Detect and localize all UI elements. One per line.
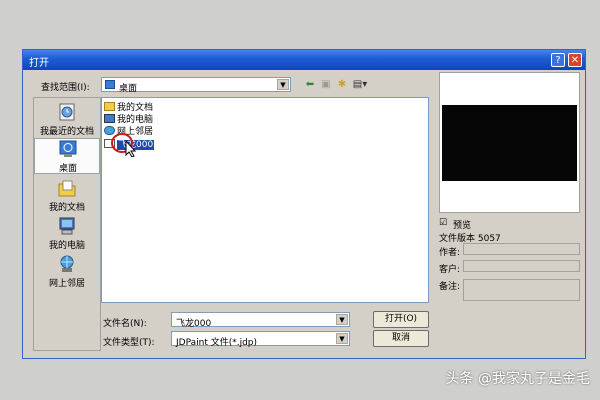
place-my-documents[interactable]: 我的文档 <box>34 178 100 214</box>
back-icon[interactable]: ⬅ <box>303 79 317 91</box>
preview-image <box>442 105 577 181</box>
filetype-value: JDPaint 文件(*.jdp) <box>176 338 258 348</box>
place-my-computer[interactable]: 我的电脑 <box>34 216 100 252</box>
chevron-down-icon[interactable]: ▼ <box>336 333 348 344</box>
place-label: 网上邻居 <box>48 279 85 289</box>
place-label: 我的文档 <box>48 203 85 213</box>
computer-icon <box>104 114 115 123</box>
desktop-small-icon <box>105 80 115 89</box>
dialog-titlebar[interactable]: 打开 ? ✕ <box>23 50 585 70</box>
preview-checkbox[interactable]: ☑ <box>439 218 447 228</box>
chevron-down-icon[interactable]: ▼ <box>277 79 289 90</box>
lookin-dropdown[interactable]: 桌面 ▼ <box>101 77 291 94</box>
view-menu-icon[interactable]: ▤▾ <box>351 79 369 91</box>
list-item[interactable]: 我的电脑 <box>104 112 153 125</box>
cancel-button[interactable]: 取消 <box>373 330 429 347</box>
new-folder-icon[interactable]: ✱ <box>335 79 349 91</box>
highlight-circle-annotation <box>111 133 137 157</box>
place-label: 我最近的文档 <box>39 127 94 137</box>
chevron-down-icon[interactable]: ▼ <box>336 314 348 325</box>
open-file-dialog: 打开 ? ✕ 查找范围(I): 桌面 ▼ ⬅ ▣ ✱ ▤▾ 我最近的文档 桌面 <box>22 49 586 359</box>
open-button[interactable]: 打开(O) <box>373 311 429 328</box>
place-recent[interactable]: 我最近的文档 <box>34 102 100 138</box>
lookin-value: 桌面 <box>119 84 138 94</box>
author-label: 作者: <box>439 248 461 258</box>
lookin-label: 查找范围(I): <box>41 83 90 93</box>
file-list[interactable]: 我的文档 我的电脑 网上邻居 飞龙000 <box>101 97 429 303</box>
network-places-icon <box>60 255 74 272</box>
up-folder-icon[interactable]: ▣ <box>319 79 333 91</box>
note-field <box>463 279 580 301</box>
author-field <box>463 243 580 255</box>
dialog-title: 打开 <box>29 58 49 69</box>
list-item[interactable]: 我的文档 <box>104 100 153 113</box>
preview-label: 预览 <box>453 221 472 231</box>
place-label: 我的电脑 <box>48 241 85 251</box>
help-button[interactable]: ? <box>551 53 565 67</box>
note-label: 备注: <box>439 282 461 292</box>
close-button[interactable]: ✕ <box>568 53 582 67</box>
recent-documents-icon <box>59 103 75 121</box>
place-desktop[interactable]: 桌面 <box>34 138 100 174</box>
my-computer-icon <box>59 217 75 235</box>
places-bar: 我最近的文档 桌面 我的文档 我的电脑 网上邻居 <box>33 97 101 351</box>
client-field <box>463 260 580 272</box>
filename-label: 文件名(N): <box>103 319 147 329</box>
client-label: 客户: <box>439 265 461 275</box>
folder-icon <box>104 102 115 111</box>
place-label: 桌面 <box>58 164 77 174</box>
filename-input[interactable]: 飞龙000 ▼ <box>171 312 350 329</box>
filetype-select[interactable]: JDPaint 文件(*.jdp) ▼ <box>171 331 350 348</box>
watermark: 头条 @我家丸子是金毛 <box>445 371 590 387</box>
filename-value: 飞龙000 <box>176 319 212 329</box>
filetype-label: 文件类型(T): <box>103 338 155 348</box>
desktop-icon <box>59 140 77 157</box>
preview-pane <box>439 72 580 213</box>
place-network[interactable]: 网上邻居 <box>34 254 100 290</box>
my-documents-icon <box>58 180 76 197</box>
